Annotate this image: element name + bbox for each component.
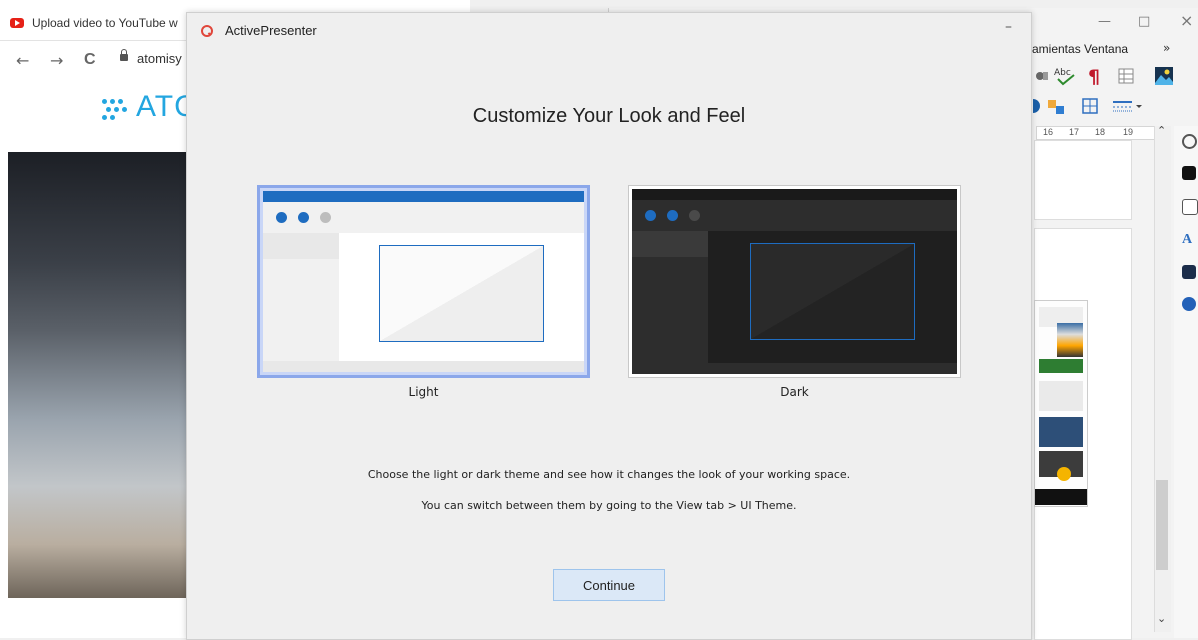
dialog-minimize-button[interactable]: – <box>1005 19 1012 35</box>
shape-edge-icon[interactable] <box>1026 98 1043 114</box>
gallery-icon[interactable] <box>1182 265 1196 279</box>
light-theme-preview <box>263 191 584 372</box>
continue-button[interactable]: Continue <box>553 569 665 601</box>
back-button[interactable]: ← <box>16 51 29 70</box>
document-page-top <box>1034 140 1132 220</box>
scroll-up-icon[interactable]: ⌃ <box>1157 124 1166 137</box>
ruler-number: 18 <box>1095 127 1106 137</box>
insert-table-icon[interactable] <box>1118 68 1134 84</box>
dark-theme-option[interactable] <box>628 185 961 378</box>
reload-button[interactable]: C <box>84 51 96 69</box>
scroll-down-icon[interactable]: ⌄ <box>1157 612 1166 625</box>
hero-image <box>8 152 188 598</box>
address-bar[interactable]: atomisy <box>137 51 182 66</box>
borders-icon[interactable] <box>1082 98 1098 114</box>
arrange-icon[interactable] <box>1046 98 1066 114</box>
navigator-icon[interactable] <box>1182 297 1196 311</box>
activepresenter-dialog: ActivePresenter – Customize Your Look an… <box>186 12 1032 640</box>
styles-icon[interactable] <box>1182 166 1196 180</box>
insert-image-icon[interactable] <box>1155 67 1173 85</box>
office-minimize-button[interactable]: — <box>1098 14 1111 29</box>
dark-theme-label[interactable]: Dark <box>628 385 961 399</box>
scrollbar-thumb[interactable] <box>1156 480 1168 570</box>
svg-text:Abc: Abc <box>1054 68 1071 78</box>
activepresenter-logo-icon <box>201 25 213 37</box>
light-theme-option[interactable] <box>257 185 590 378</box>
page-heading: Customize Your Look and Feel <box>472 105 746 127</box>
line-style-icon[interactable] <box>1112 98 1142 114</box>
ruler-number: 16 <box>1043 127 1054 137</box>
page-icon[interactable] <box>1182 199 1198 215</box>
horizontal-ruler: 16 17 18 19 <box>1036 126 1156 140</box>
embedded-screenshot-image[interactable] <box>1034 300 1088 507</box>
spellcheck-icon[interactable]: Abc <box>1054 66 1080 86</box>
menu-overflow-icon[interactable]: » <box>1163 41 1170 55</box>
formatting-marks-icon[interactable]: ¶ <box>1088 66 1104 88</box>
dialog-title: ActivePresenter <box>225 23 317 38</box>
office-menu-bar[interactable]: amientas Ventana <box>1032 42 1128 56</box>
browser-tab-title[interactable]: Upload video to YouTube w <box>32 16 178 30</box>
office-close-button[interactable]: × <box>1180 11 1193 30</box>
properties-icon[interactable] <box>1182 134 1197 149</box>
description-line-2: You can switch between them by going to … <box>421 499 797 512</box>
office-maximize-button[interactable]: □ <box>1138 14 1150 29</box>
fontwork-icon[interactable]: A <box>1182 232 1196 247</box>
ruler-number: 19 <box>1123 127 1134 137</box>
dark-theme-preview <box>632 189 957 374</box>
youtube-icon <box>10 18 24 28</box>
forward-button[interactable]: → <box>50 51 63 70</box>
clone-format-icon[interactable] <box>1034 68 1050 84</box>
lock-icon <box>120 49 128 61</box>
dialog-title-bar: ActivePresenter – <box>187 13 1031 47</box>
light-theme-label[interactable]: Light <box>257 385 590 399</box>
description-line-1: Choose the light or dark theme and see h… <box>367 468 851 481</box>
site-logo-icon <box>102 97 132 121</box>
ruler-number: 17 <box>1069 127 1080 137</box>
svg-text:¶: ¶ <box>1088 66 1100 86</box>
